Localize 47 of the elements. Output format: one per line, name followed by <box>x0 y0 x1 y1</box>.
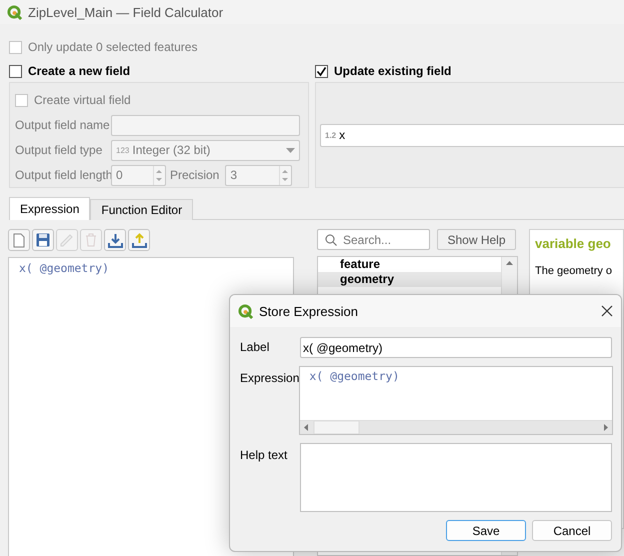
field-type-dropdown[interactable]: 123 Integer (32 bit) <box>111 140 300 160</box>
toolbar-button[interactable] <box>104 229 126 251</box>
search-icon <box>325 234 337 246</box>
save-icon <box>36 233 50 247</box>
close-icon[interactable] <box>601 305 613 317</box>
checkbox[interactable] <box>9 64 22 78</box>
length-spinbox[interactable]: 0 <box>111 164 166 186</box>
toolbar-button[interactable] <box>128 229 150 251</box>
window-title: ZipLevel_Main — Field Calculator <box>28 4 224 20</box>
new-file-icon <box>13 232 25 248</box>
checkbox[interactable] <box>315 64 328 78</box>
trash-icon <box>85 233 97 247</box>
list-item[interactable]: geometry <box>318 272 501 287</box>
group-title: Create a new field <box>28 64 130 78</box>
app-logo-icon <box>238 304 253 318</box>
toolbar-button[interactable] <box>8 229 30 251</box>
checkbox-label: Only update 0 selected features <box>28 40 198 54</box>
show-help-button[interactable]: Show Help <box>437 229 516 250</box>
help-text-field[interactable] <box>300 443 612 512</box>
dropdown-arrow-icon <box>286 148 295 152</box>
upload-icon <box>132 232 146 248</box>
tab[interactable]: Function Editor <box>90 199 194 220</box>
pencil-icon <box>60 233 74 247</box>
help-title: variable geo <box>535 236 612 251</box>
expression-field[interactable]: x( @geometry) <box>299 366 614 435</box>
field-name-input[interactable] <box>111 114 300 136</box>
app-logo-icon <box>7 4 22 20</box>
field-label: Output field name <box>15 118 111 132</box>
tab[interactable]: Expression <box>9 197 90 220</box>
field-label: Help text <box>240 447 288 462</box>
spinner-arrows-icon[interactable] <box>153 166 165 184</box>
download-icon <box>108 232 122 248</box>
dialog-button[interactable]: Save <box>446 520 526 541</box>
checkbox-label: Create virtual field <box>34 93 131 107</box>
field-label: Output field type <box>15 143 104 157</box>
precision-spinbox[interactable]: 3 <box>225 164 292 186</box>
label-input[interactable]: x( @geometry) <box>300 337 612 358</box>
dialog-button[interactable]: Cancel <box>532 520 612 541</box>
toolbar-button[interactable] <box>32 229 54 251</box>
group-title: Update existing field <box>334 64 452 78</box>
field-label: Label <box>240 339 270 354</box>
search-field[interactable]: Search... <box>317 229 430 250</box>
checkbox[interactable] <box>15 94 28 106</box>
field-label: Output field length <box>15 168 111 182</box>
existing-field-dropdown[interactable]: 1.2 x <box>320 124 624 146</box>
help-text: The geometry o <box>535 265 614 277</box>
field-label: Precision <box>170 168 220 182</box>
